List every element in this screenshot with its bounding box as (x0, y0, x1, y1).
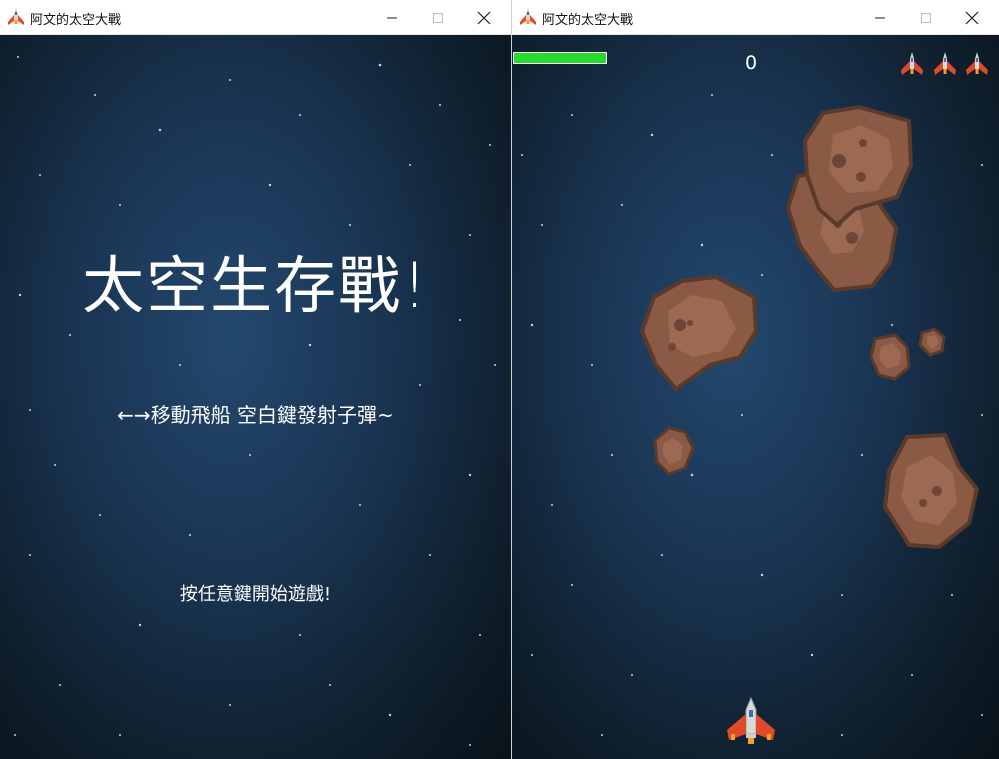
spaceship-icon (520, 8, 536, 25)
maximize-button[interactable] (903, 0, 949, 35)
start-prompt: 按任意鍵開始遊戲! (179, 584, 332, 605)
close-icon (965, 11, 979, 24)
life-ship-icon (901, 52, 923, 75)
maximize-icon (433, 12, 443, 23)
life-ship-icon (966, 52, 988, 75)
spaceship-icon (8, 8, 24, 25)
meteor-large (640, 275, 759, 392)
maximize-button[interactable] (415, 0, 461, 35)
meteor-tiny (918, 327, 946, 357)
close-button[interactable] (461, 0, 507, 35)
close-button[interactable] (949, 0, 995, 35)
maximize-icon (921, 12, 931, 23)
minimize-button[interactable] (369, 0, 415, 35)
score-counter: 0 (744, 52, 758, 74)
title-bar[interactable]: 阿文的太空大戰 (512, 0, 999, 35)
player-ship[interactable] (725, 696, 777, 746)
life-ship-icon (934, 52, 956, 75)
minimize-button[interactable] (857, 0, 903, 35)
minimize-icon (387, 17, 397, 18)
meteor-large (883, 433, 979, 550)
window-title: 阿文的太空大戰 (30, 13, 122, 28)
window-title: 阿文的太空大戰 (542, 13, 634, 28)
controls-instructions: ←→移動飛船 空白鍵發射子彈~ (117, 403, 394, 427)
close-icon (477, 11, 491, 24)
health-bar-fill (514, 53, 606, 63)
health-bar (513, 52, 607, 64)
meteor-small (653, 426, 695, 476)
game-title: 太空生存戰! (82, 249, 429, 322)
game-canvas[interactable]: 太空生存戰! ←→移動飛船 空白鍵發射子彈~ 按任意鍵開始遊戲! (0, 35, 511, 759)
meteor-small (869, 333, 911, 381)
gameplay-window: 阿文的太空大戰 0 (511, 0, 999, 759)
minimize-icon (875, 17, 885, 18)
meteor-large (802, 105, 914, 227)
starfield (521, 94, 983, 736)
title-screen-window: 阿文的太空大戰 太空生存戰! ←→移動飛船 空白鍵發射子彈~ 按任意鍵開始遊戲! (0, 0, 511, 759)
game-canvas[interactable]: 0 (512, 35, 999, 759)
starfield (14, 56, 496, 746)
title-bar[interactable]: 阿文的太空大戰 (0, 0, 511, 35)
